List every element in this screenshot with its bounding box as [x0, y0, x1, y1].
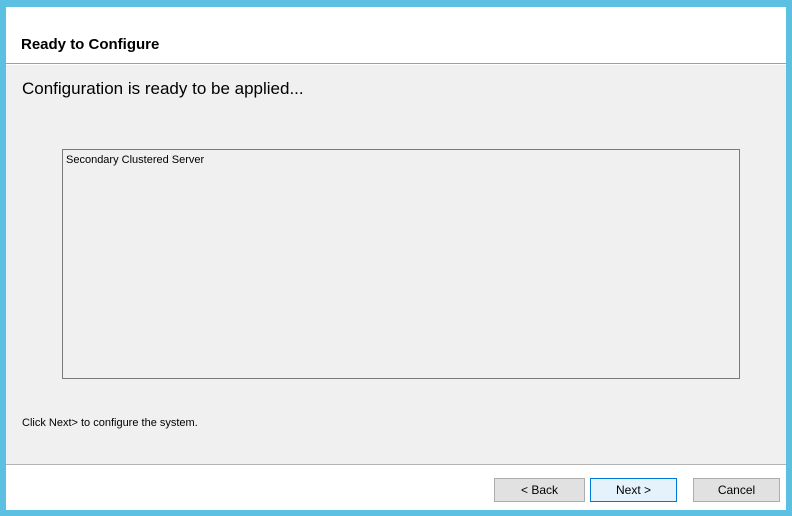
wizard-header: Ready to Configure — [6, 7, 786, 64]
summary-line: Secondary Clustered Server — [66, 154, 205, 166]
next-button[interactable]: Next > — [590, 478, 677, 502]
status-message: Configuration is ready to be applied... — [22, 79, 304, 98]
wizard-footer: < Back Next > Cancel — [6, 466, 786, 510]
cancel-button[interactable]: Cancel — [693, 478, 780, 502]
wizard-content: Configuration is ready to be applied... … — [6, 65, 786, 465]
back-button[interactable]: < Back — [494, 478, 585, 502]
configuration-summary-box: Secondary Clustered Server — [62, 149, 740, 379]
page-title: Ready to Configure — [21, 36, 160, 53]
instruction-text: Click Next> to configure the system. — [22, 417, 198, 429]
